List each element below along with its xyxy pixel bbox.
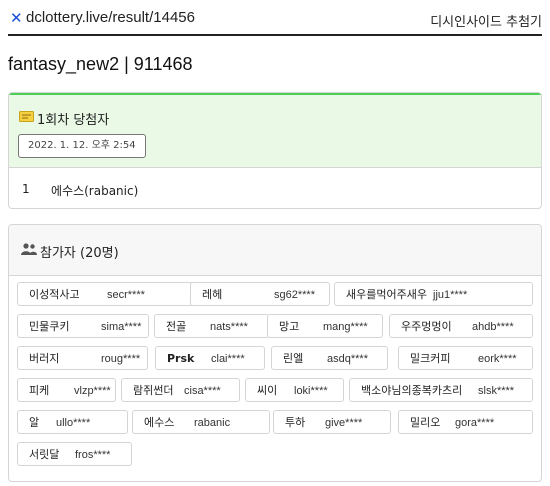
entrant-nickname: 밀리오 (410, 416, 441, 429)
entrant-chip[interactable]: Prsk clai**** (155, 346, 265, 370)
entrant-chip[interactable]: 전골 nats**** (154, 314, 269, 338)
entrant-id: sg62**** (274, 289, 315, 301)
people-icon (21, 243, 37, 255)
entrant-id: cisa**** (184, 385, 221, 397)
entrant-id: mang**** (323, 321, 368, 333)
entrant-chip[interactable]: 피케 vlzp**** (17, 378, 116, 402)
entrant-chip[interactable]: 우주멍멍이 ahdb**** (389, 314, 533, 338)
entrant-chip[interactable]: 민물쿠키 sima**** (17, 314, 149, 338)
winner-title: 1회차 당첨자 (37, 113, 110, 128)
top-bar: ✕ dclottery.live/result/14456 디시인사이드 추첨기 (8, 0, 542, 36)
winner-card: 1회차 당첨자 2022. 1. 12. 오후 2:54 1 에수스(raban… (8, 92, 542, 209)
winner-name: 에수스(rabanic) (51, 184, 139, 198)
entrant-id: vlzp**** (74, 385, 111, 397)
entrant-nickname: Prsk (167, 352, 195, 365)
entrant-nickname: 린엘 (283, 352, 304, 365)
entrant-nickname: 알 (29, 416, 40, 429)
entrant-nickname: 이성적사고 (29, 288, 80, 301)
entrant-nickname: 밀크커피 (410, 352, 451, 365)
entrant-id: give**** (325, 417, 363, 429)
entrant-chip[interactable]: 린엘 asdq**** (271, 346, 388, 370)
entrant-id: jju1**** (433, 289, 468, 301)
page-title: fantasy_new2 | 911468 (8, 54, 193, 74)
entrant-id: nats**** (210, 321, 248, 333)
entrant-chip[interactable]: 에수스 rabanic (132, 410, 270, 434)
entrant-chip[interactable]: 알 ullo**** (17, 410, 128, 434)
entrant-chip[interactable]: 망고 mang**** (267, 314, 383, 338)
entrant-nickname: 망고 (279, 320, 300, 333)
entrant-id: ahdb**** (472, 321, 514, 333)
entrant-id: slsk**** (478, 385, 515, 397)
entrant-header: 참가자 (20명) (9, 225, 541, 276)
winner-row: 1 에수스(rabanic) (9, 168, 541, 208)
entrant-id: ullo**** (56, 417, 91, 429)
entrant-chip[interactable]: 밀크커피 eork**** (398, 346, 533, 370)
draw-date-badge: 2022. 1. 12. 오후 2:54 (18, 134, 146, 158)
entrant-id: gora**** (455, 417, 495, 429)
entrant-nickname: 레헤 (202, 288, 223, 301)
entrant-chip[interactable]: 람쥐썬더 cisa**** (121, 378, 240, 402)
entrant-title: 참가자 (20명) (40, 246, 119, 261)
entrant-id: fros**** (75, 449, 111, 461)
ticket-icon (19, 111, 34, 122)
entrant-nickname: 람쥐썬더 (133, 384, 174, 397)
entrant-chip[interactable]: 버러지 roug**** (17, 346, 148, 370)
entrant-chip[interactable]: 서릿달 fros**** (17, 442, 132, 466)
entrant-id: clai**** (211, 353, 245, 365)
winner-header: 1회차 당첨자 2022. 1. 12. 오후 2:54 (9, 93, 541, 168)
entrant-nickname: 씨이 (257, 384, 278, 397)
entrant-id: secr**** (107, 289, 145, 301)
entrant-nickname: 서릿달 (29, 448, 60, 461)
entrant-nickname: 민물쿠키 (29, 320, 70, 333)
winner-number: 1 (22, 182, 30, 196)
entrant-nickname: 피케 (29, 384, 50, 397)
entrant-chip[interactable]: 새우를먹어주새우 jju1**** (334, 282, 533, 306)
entrant-id: eork**** (478, 353, 517, 365)
entrant-chip[interactable]: 밀리오 gora**** (398, 410, 533, 434)
entrant-id: loki**** (294, 385, 328, 397)
site-logo-icon[interactable]: ✕ (10, 9, 23, 27)
entrant-nickname: 새우를먹어주새우 (346, 288, 427, 301)
entrant-id: roug**** (101, 353, 141, 365)
entrant-chip[interactable]: 이성적사고 secr**** (17, 282, 194, 306)
entrant-chip[interactable]: 씨이 loki**** (245, 378, 344, 402)
entrant-chip[interactable]: 백소야님의종복카츠리 slsk**** (349, 378, 533, 402)
entrant-nickname: 전골 (166, 320, 187, 333)
entrant-id: rabanic (194, 417, 231, 429)
entrant-chip[interactable]: 투하 give**** (273, 410, 391, 434)
entrant-card: 참가자 (20명) 이성적사고 secr**** 레헤 sg62**** 새우를먹어주새… (8, 224, 542, 482)
entrant-chip[interactable]: 레헤 sg62**** (190, 282, 330, 306)
site-brand[interactable]: 디시인사이드 추첨기 (430, 11, 542, 30)
entrant-nickname: 에수스 (144, 416, 175, 429)
entrant-id: sima**** (101, 321, 142, 333)
entrant-nickname: 우주멍멍이 (401, 320, 452, 333)
entrant-nickname: 백소야님의종복카츠리 (361, 384, 463, 397)
entrant-id: asdq**** (327, 353, 368, 365)
entrant-nickname: 투하 (285, 416, 306, 429)
entrant-nickname: 버러지 (29, 352, 60, 365)
page-url[interactable]: dclottery.live/result/14456 (26, 9, 195, 26)
